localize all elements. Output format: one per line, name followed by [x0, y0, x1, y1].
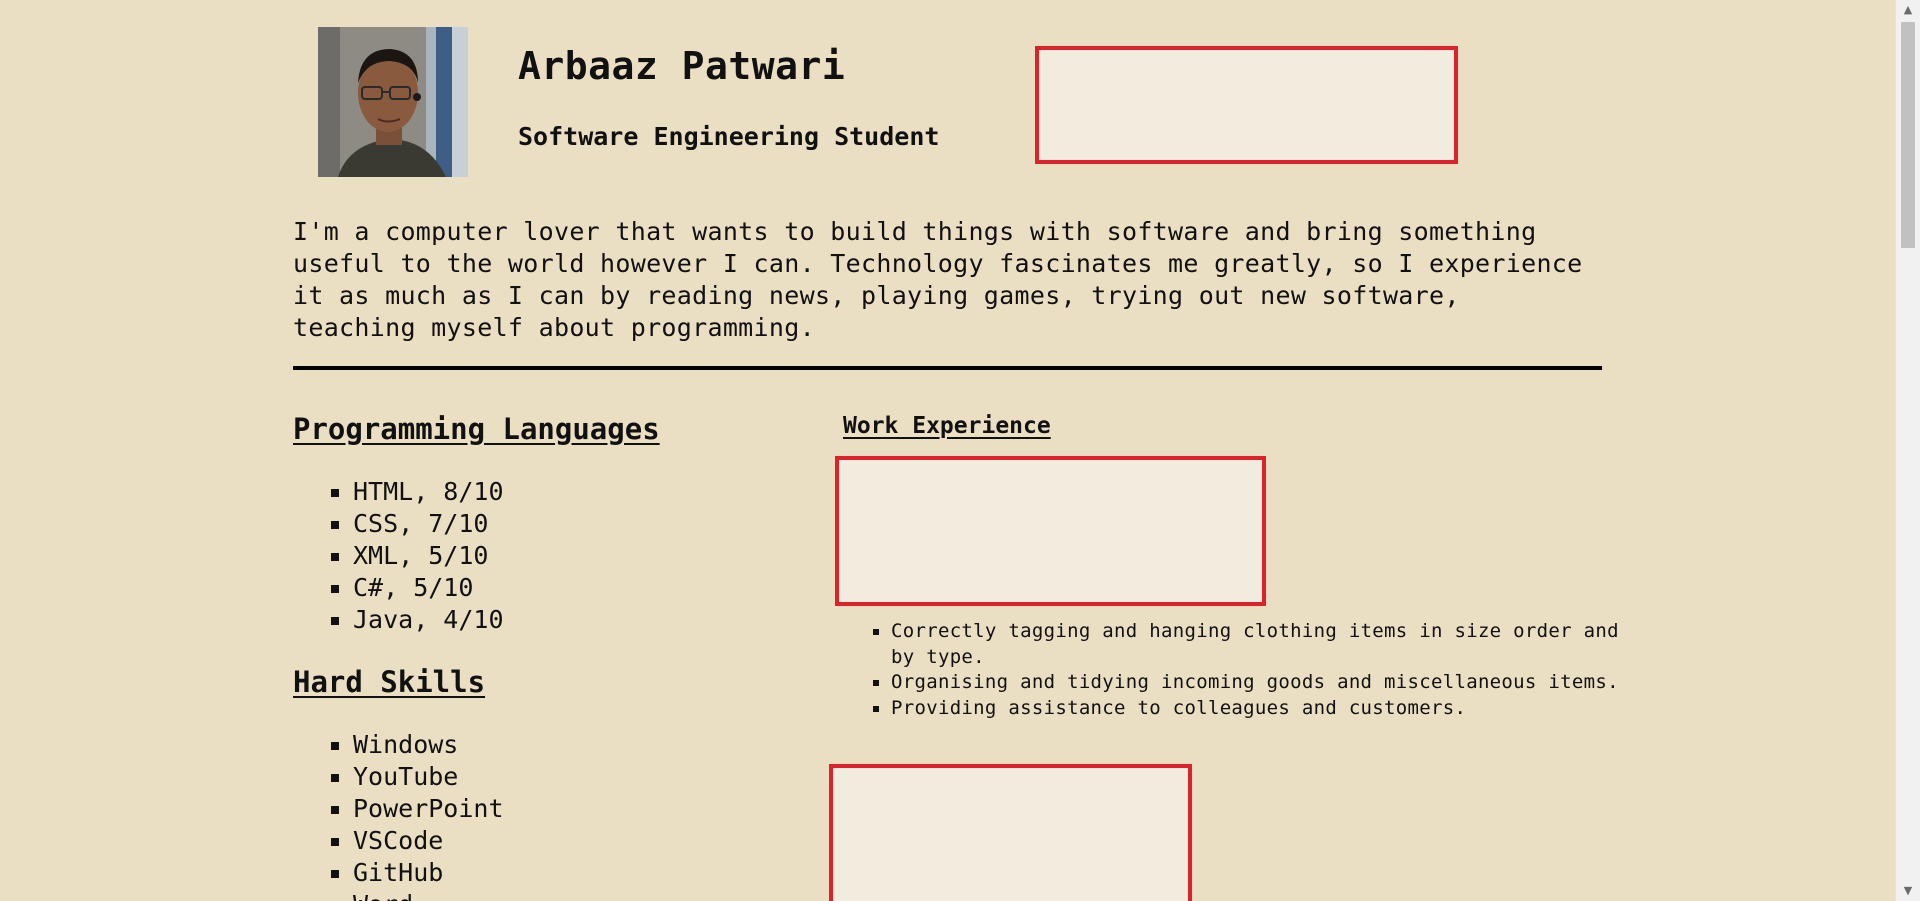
profile-photo	[318, 27, 468, 177]
page-title: Arbaaz Patwari	[518, 44, 846, 88]
list-item: XML, 5/10	[353, 540, 504, 572]
list-item: YouTube	[353, 761, 504, 793]
list-item: Java, 4/10	[353, 604, 504, 636]
list-item: CSS, 7/10	[353, 508, 504, 540]
section-divider	[293, 366, 1602, 370]
redacted-block	[829, 764, 1192, 901]
work-duties-list: Correctly tagging and hanging clothing i…	[843, 619, 1621, 721]
list-item: HTML, 8/10	[353, 476, 504, 508]
hard-skills-list: Windows YouTube PowerPoint VSCode GitHub…	[293, 729, 504, 901]
scroll-up-arrow-icon[interactable]: ▲	[1896, 0, 1920, 20]
programming-languages-heading: Programming Languages	[293, 412, 660, 446]
programming-languages-list: HTML, 8/10 CSS, 7/10 XML, 5/10 C#, 5/10 …	[293, 476, 504, 636]
vertical-scrollbar[interactable]: ▲ ▼	[1895, 0, 1920, 901]
scroll-down-arrow-icon[interactable]: ▼	[1896, 881, 1920, 901]
list-item: Windows	[353, 729, 504, 761]
list-item: Providing assistance to colleagues and c…	[891, 696, 1621, 722]
page-subtitle: Software Engineering Student	[518, 122, 940, 151]
list-item: C#, 5/10	[353, 572, 504, 604]
resume-page: Arbaaz Patwari Software Engineering Stud…	[0, 0, 1895, 901]
list-item: GitHub	[353, 857, 504, 889]
hard-skills-heading: Hard Skills	[293, 665, 486, 699]
profile-photo-image	[318, 27, 468, 177]
redacted-block	[835, 456, 1266, 606]
intro-paragraph: I'm a computer lover that wants to build…	[293, 217, 1583, 342]
work-experience-heading: Work Experience	[843, 413, 1051, 439]
list-item: Word	[353, 889, 504, 901]
list-item: VSCode	[353, 825, 504, 857]
list-item: Correctly tagging and hanging clothing i…	[891, 619, 1621, 670]
list-item: PowerPoint	[353, 793, 504, 825]
list-item: Organising and tidying incoming goods an…	[891, 670, 1621, 696]
redacted-block	[1035, 46, 1458, 164]
scrollbar-thumb[interactable]	[1901, 22, 1915, 248]
